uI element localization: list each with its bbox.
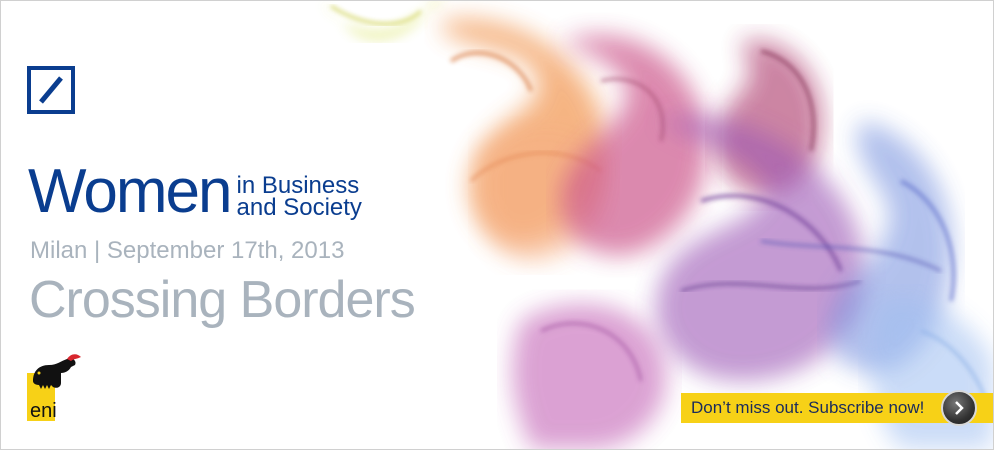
headline-sub-line2: and Society	[236, 194, 362, 221]
chevron-right-icon[interactable]	[941, 390, 977, 426]
headline-women: Women	[28, 157, 232, 226]
event-banner[interactable]: Women in Business and Society Milan | Se…	[0, 0, 994, 450]
subscribe-label: Don’t miss out. Subscribe now!	[691, 398, 925, 417]
eni-six-legged-dog-icon: eni	[27, 354, 81, 421]
subscribe-button[interactable]: Don’t miss out. Subscribe now!	[681, 390, 993, 426]
event-tagline: Crossing Borders	[29, 271, 416, 329]
headline: Women in Business and Society	[28, 161, 362, 223]
headline-subtitle: in Business and Society	[236, 174, 362, 221]
eni-logo-text: eni	[30, 400, 57, 421]
event-date-location: Milan | September 17th, 2013	[30, 237, 345, 264]
deutsche-bank-logo-icon	[27, 66, 75, 114]
chevron-right-glyph	[955, 401, 964, 415]
